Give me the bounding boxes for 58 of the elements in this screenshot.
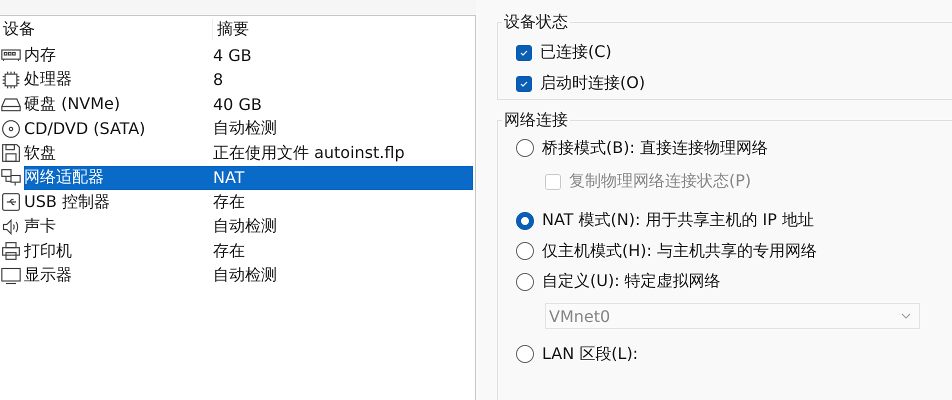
radio-button[interactable] — [516, 139, 534, 158]
checkbox[interactable] — [516, 44, 532, 60]
usb-icon — [0, 192, 22, 212]
group-title: 设备状态 — [503, 12, 569, 33]
radio-button[interactable] — [516, 212, 534, 230]
column-header[interactable]: 设备 — [0, 19, 213, 40]
radio-label: 桥接模式(B): 直接连接物理网络 — [542, 138, 768, 159]
table-row[interactable]: USB 控制器 存在 — [24, 190, 473, 214]
device-name: CD/DVD (SATA) — [24, 119, 146, 138]
device-summary: NAT — [213, 168, 244, 188]
device-summary: 8 — [213, 70, 224, 90]
chevron-down-icon — [901, 313, 911, 319]
device-summary: 存在 — [213, 240, 245, 262]
table-row[interactable]: 声卡 自动检测 — [24, 214, 473, 239]
table-row[interactable]: 网络适配器 NAT — [24, 166, 473, 190]
radio-label: NAT 模式(N): 用于共享主机的 IP 地址 — [542, 210, 814, 232]
table-row[interactable]: 显示器 自动检测 — [24, 264, 473, 288]
device-summary: 自动检测 — [213, 118, 277, 140]
table-row[interactable]: 硬盘 (NVMe) 40 GB — [24, 92, 473, 116]
radio-button[interactable] — [516, 272, 534, 291]
device-summary: 4 GB — [213, 46, 252, 65]
device-summary: 自动检测 — [213, 265, 277, 286]
device-name: 硬盘 (NVMe) — [24, 94, 122, 115]
printer-icon — [0, 241, 22, 262]
radio-label: LAN 区段(L): — [542, 344, 638, 365]
radio-button[interactable] — [516, 242, 534, 260]
checkmark-icon — [519, 48, 529, 58]
disc-icon — [0, 118, 22, 139]
device-summary: 40 GB — [213, 94, 262, 114]
table-row[interactable]: 软盘 正在使用文件 autoinst.flp — [24, 141, 473, 166]
device-name: 声卡 — [24, 216, 57, 238]
chip-icon — [0, 70, 22, 90]
monitors-icon — [0, 168, 22, 188]
device-summary: 正在使用文件 autoinst.flp — [213, 142, 405, 164]
device-summary: 存在 — [213, 192, 245, 213]
radio-label: 仅主机模式(H): 与主机共享的专用网络 — [542, 240, 817, 262]
checkmark-icon — [519, 78, 529, 88]
device-name: 软盘 — [24, 142, 57, 164]
checkbox-label: 复制物理网络连接状态(P) — [569, 171, 752, 192]
device-name: 网络适配器 — [24, 167, 105, 188]
monitor-icon — [0, 266, 22, 286]
table-row[interactable]: 处理器 8 — [24, 68, 473, 92]
radio-button[interactable] — [516, 345, 534, 364]
checkbox[interactable] — [516, 76, 532, 92]
checkbox-label: 已连接(C) — [540, 42, 612, 63]
device-name: 内存 — [24, 44, 57, 66]
radio-label: 自定义(U): 特定虚拟网络 — [542, 271, 721, 292]
table-row[interactable]: 打印机 存在 — [24, 239, 473, 264]
device-name: USB 控制器 — [24, 192, 111, 213]
device-summary: 自动检测 — [213, 216, 277, 238]
device-name: 处理器 — [24, 69, 73, 90]
table-row[interactable]: CD/DVD (SATA) 自动检测 — [24, 116, 473, 141]
table-row[interactable]: 内存 4 GB — [24, 43, 473, 68]
device-name: 显示器 — [24, 265, 73, 286]
column-header[interactable]: 摘要 — [213, 19, 249, 40]
device-name: 打印机 — [24, 240, 73, 262]
checkbox-label: 启动时连接(O) — [540, 73, 646, 94]
group-title: 网络连接 — [503, 110, 569, 131]
